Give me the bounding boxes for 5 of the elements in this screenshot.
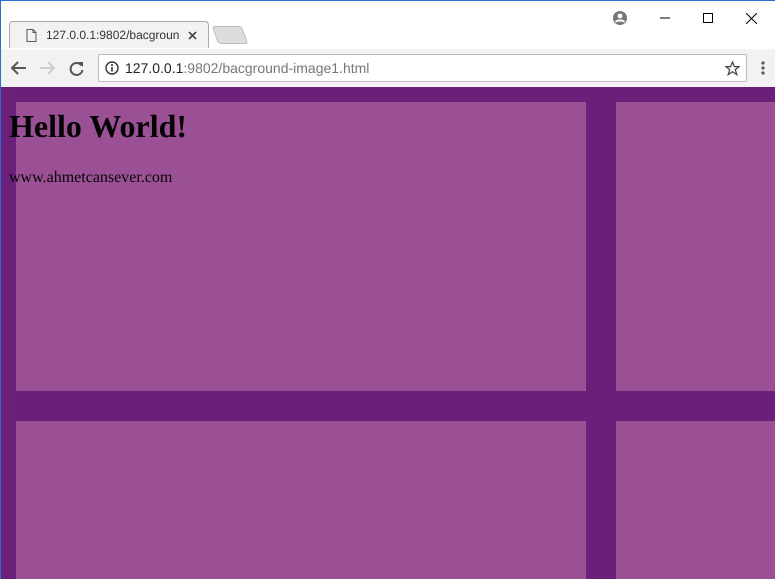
page-heading: Hello World! [9,108,188,145]
url-text: 127.0.0.1:9802/bacground-image1.html [125,60,370,76]
address-bar[interactable]: 127.0.0.1:9802/bacground-image1.html [98,54,747,82]
browser-tab[interactable]: 127.0.0.1:9802/bacgroun [9,21,209,48]
page-text: www.ahmetcansever.com [9,169,174,187]
